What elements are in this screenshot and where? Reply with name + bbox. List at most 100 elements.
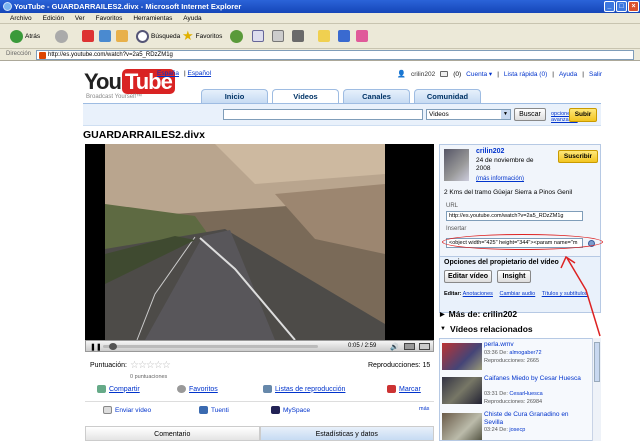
- volume-icon[interactable]: 🔊: [390, 343, 399, 351]
- edit-button[interactable]: [292, 28, 304, 44]
- playlists-button[interactable]: Listas de reproducción: [263, 385, 345, 393]
- related-section[interactable]: ▼ Vídeos relacionados: [440, 324, 533, 334]
- inbox-icon[interactable]: [440, 71, 449, 77]
- tab-stats[interactable]: Estadísticas y datos: [259, 426, 434, 441]
- subscribe-button[interactable]: Suscribir: [558, 150, 598, 163]
- language-link[interactable]: Español: [188, 70, 212, 77]
- annotations-link[interactable]: Anotaciones: [463, 291, 493, 297]
- search-submit-button[interactable]: Buscar: [514, 108, 546, 121]
- myspace-icon: [271, 406, 280, 414]
- related-thumbnail[interactable]: [442, 413, 482, 440]
- related-meta: 03:31 De: CesarHuesca: [484, 391, 543, 397]
- forward-button[interactable]: [55, 28, 70, 44]
- search-input[interactable]: [223, 109, 423, 120]
- related-item[interactable]: Caifanes Miedo by Cesar Huesca 03:31 De:…: [442, 375, 590, 407]
- tab-comunidad[interactable]: Comunidad: [414, 89, 481, 103]
- related-scrollbar[interactable]: [592, 338, 601, 441]
- help-link[interactable]: Ayuda: [559, 71, 577, 78]
- tuenti-link[interactable]: Tuenti: [199, 406, 229, 414]
- menu-ayuda[interactable]: Ayuda: [183, 15, 201, 22]
- uploader-avatar[interactable]: [444, 149, 469, 181]
- address-input[interactable]: http://es.youtube.com/watch?v=2a5_RDzZM1…: [36, 50, 634, 60]
- minimize-button[interactable]: _: [604, 1, 615, 12]
- home-icon: [116, 30, 128, 42]
- country-link[interactable]: España: [157, 70, 179, 77]
- related-thumbnail[interactable]: [442, 377, 482, 404]
- tab-comment[interactable]: Comentario: [85, 426, 260, 441]
- quicklist-link[interactable]: Lista rápida (0): [504, 71, 547, 78]
- related-user-link[interactable]: josecp: [509, 427, 525, 433]
- pause-icon[interactable]: ❚❚: [90, 343, 102, 351]
- url-field[interactable]: http://es.youtube.com/watch?v=2a5_RDzZM1…: [446, 211, 583, 221]
- search-icon: [136, 29, 149, 43]
- chevron-down-icon: ▼: [501, 110, 510, 119]
- tab-videos[interactable]: Videos: [272, 89, 339, 103]
- inbox-count[interactable]: (0): [453, 71, 461, 78]
- maximize-button[interactable]: □: [616, 1, 627, 12]
- more-info-link[interactable]: (más información): [476, 176, 524, 182]
- account-link[interactable]: Cuenta ▾: [466, 70, 492, 78]
- insight-button[interactable]: Insight: [497, 270, 531, 283]
- close-button[interactable]: ×: [628, 1, 639, 12]
- video-player[interactable]: [85, 144, 434, 351]
- menu-edicion[interactable]: Edición: [43, 15, 64, 22]
- refresh-button[interactable]: [99, 28, 111, 44]
- print-icon: [272, 30, 284, 42]
- progress-bar[interactable]: [103, 345, 318, 348]
- home-button[interactable]: [116, 28, 128, 44]
- send-video-link[interactable]: Enviar vídeo: [103, 406, 151, 414]
- tab-canales[interactable]: Canales: [343, 89, 410, 103]
- scroll-thumb[interactable]: [594, 342, 600, 382]
- menu-ver[interactable]: Ver: [75, 15, 85, 22]
- change-audio-link[interactable]: Cambiar audio: [499, 291, 535, 297]
- logout-link[interactable]: Salir: [589, 71, 602, 78]
- subtitles-link[interactable]: Títulos y subtítulos: [542, 291, 588, 297]
- mail-button[interactable]: [252, 28, 264, 44]
- related-thumbnail[interactable]: [442, 343, 482, 370]
- related-user-link[interactable]: almogaber72: [509, 350, 541, 356]
- playlists-label: Listas de reproducción: [275, 385, 346, 393]
- related-title: Vídeos relacionados: [449, 324, 533, 334]
- mail-icon: [252, 30, 264, 42]
- research-button[interactable]: [356, 28, 368, 44]
- menu-herramientas[interactable]: Herramientas: [133, 15, 172, 22]
- related-duration: 03:36: [484, 350, 498, 356]
- related-video-title[interactable]: Caifanes Miedo by Cesar Huesca: [484, 375, 588, 383]
- related-video-title[interactable]: perla.wmv: [484, 341, 588, 349]
- myspace-link[interactable]: MySpace: [271, 406, 310, 414]
- related-user-link[interactable]: CesarHuesca: [509, 391, 542, 397]
- rating-stars[interactable]: ☆☆☆☆☆: [130, 360, 171, 371]
- stop-icon: [82, 30, 94, 42]
- related-item[interactable]: Chiste de Cura Granadino en Sevilla 03:2…: [442, 411, 590, 440]
- popout-icon[interactable]: [419, 343, 430, 350]
- back-button[interactable]: Atrás: [10, 28, 40, 44]
- more-share-link[interactable]: más: [419, 406, 429, 412]
- menu-archivo[interactable]: Archivo: [10, 15, 32, 22]
- print-button[interactable]: [272, 28, 284, 44]
- username[interactable]: crilin202: [411, 71, 435, 78]
- search-category-select[interactable]: Videos ▼: [426, 109, 511, 120]
- owner-options-box: Opciones del propietario del vídeo Edita…: [439, 256, 601, 313]
- share-button[interactable]: Compartir: [97, 385, 140, 393]
- favorites-action-button[interactable]: Favoritos: [177, 385, 218, 393]
- messenger-button[interactable]: [338, 28, 350, 44]
- flag-button[interactable]: Marcar: [387, 385, 421, 393]
- related-item[interactable]: perla.wmv 03:36 De: almogaber72 Reproduc…: [442, 341, 590, 373]
- more-from-section[interactable]: ▶ Más de: crilin202: [440, 309, 517, 319]
- uploader-name[interactable]: crilin202: [476, 148, 504, 155]
- fullscreen-icon[interactable]: [404, 343, 415, 350]
- stop-button[interactable]: [82, 28, 94, 44]
- tab-inicio[interactable]: Inicio: [201, 89, 268, 103]
- edit-video-button[interactable]: Editar vídeo: [444, 270, 492, 283]
- progress-knob[interactable]: [109, 343, 118, 350]
- address-url: http://es.youtube.com/watch?v=2a5_RDzZM1…: [48, 52, 173, 58]
- related-video-title[interactable]: Chiste de Cura Granadino en Sevilla: [484, 411, 588, 426]
- share-label: Compartir: [109, 385, 140, 393]
- search-button[interactable]: Búsqueda: [136, 28, 180, 44]
- menu-favoritos[interactable]: Favoritos: [96, 15, 123, 22]
- favorites-button[interactable]: ★ Favoritos: [182, 28, 222, 44]
- back-label: Atrás: [25, 32, 41, 40]
- folder-button[interactable]: [318, 28, 330, 44]
- upload-button[interactable]: Subir: [569, 108, 597, 122]
- history-button[interactable]: [230, 28, 245, 44]
